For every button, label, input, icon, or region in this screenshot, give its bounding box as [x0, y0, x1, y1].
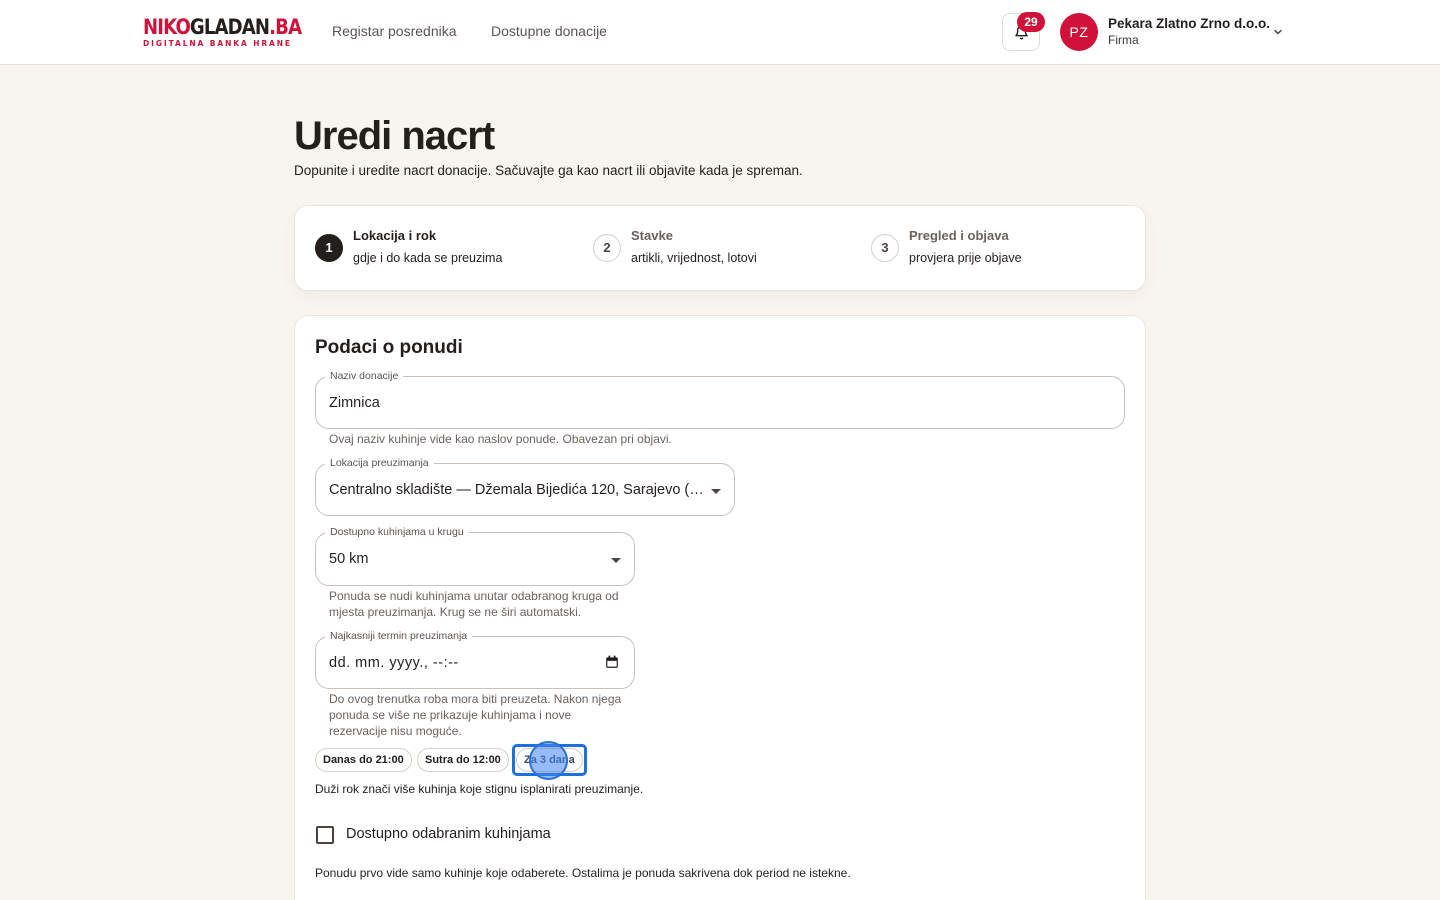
pickup-deadline-helper: Do ovog trenutka roba mora biti preuzeta… [329, 692, 622, 738]
logo-wordmark: NIKOGLADAN.BA [143, 15, 302, 39]
wizard-stepper: 1 Lokacija i rok gdje i do kada se preuz… [294, 205, 1146, 291]
dropdown-arrow-icon [611, 558, 621, 563]
user-role: Firma [1108, 33, 1139, 47]
user-avatar[interactable]: PZ [1060, 13, 1098, 51]
field-label: Naziv donacije [325, 369, 404, 383]
field-label: Najkasniji termin preuzimanja [325, 629, 473, 643]
nav-link-registar-posrednika[interactable]: Registar posrednika [332, 22, 457, 40]
calendar-icon[interactable] [605, 655, 619, 669]
pickup-deadline-input[interactable]: dd. mm. yyyy., --:-- [329, 654, 459, 672]
page-title: Uredi nacrt [294, 114, 495, 158]
radius-helper: Ponuda se nudi kuhinjama unutar odabrano… [329, 589, 619, 619]
selected-kitchens-note: Ponudu prvo vide samo kuhinje koje odabe… [315, 866, 851, 880]
deadline-note: Duži rok znači više kuhinja koje stignu … [315, 782, 644, 796]
user-name[interactable]: Pekara Zlatno Zrno d.o.o. [1108, 16, 1270, 31]
field-label: Dostupno kuhinjama u krugu [325, 525, 469, 539]
step-title: Stavke [631, 228, 673, 243]
donation-name-input[interactable]: Zimnica [329, 394, 380, 412]
field-label: Lokacija preuzimanja [325, 456, 434, 470]
step-number: 3 [871, 234, 899, 262]
site-logo[interactable]: NIKOGLADAN.BA DIGITALNA BANKA HRANE [143, 15, 302, 51]
pickup-location-value: Centralno skladište — Džemala Bijedića 1… [329, 482, 704, 498]
step-description: gdje i do kada se preuzima [353, 251, 503, 265]
step-description: artikli, vrijednost, lotovi [631, 251, 757, 265]
nav-link-dostupne-donacije[interactable]: Dostupne donacije [491, 22, 607, 40]
dropdown-arrow-icon [711, 489, 721, 494]
selected-kitchens-checkbox[interactable] [316, 826, 334, 844]
logo-tagline: DIGITALNA BANKA HRANE [143, 39, 292, 48]
chevron-down-icon[interactable] [1272, 26, 1284, 38]
page-subtitle: Dopunite i uredite nacrt donacije. Sačuv… [294, 163, 803, 178]
step-description: provjera prije objave [909, 251, 1022, 265]
step-title: Pregled i objava [909, 228, 1009, 243]
step-number: 1 [315, 234, 343, 262]
pickup-location-select[interactable]: Lokacija preuzimanja Centralno skladište… [315, 456, 735, 516]
donation-name-helper: Ovaj naziv kuhinje vide kao naslov ponud… [329, 432, 672, 446]
notifications-count-badge: 29 [1017, 12, 1045, 32]
section-title: Podaci o ponudi [315, 337, 463, 358]
step-title: Lokacija i rok [353, 228, 437, 243]
quick-deadline-today-chip[interactable]: Danas do 21:00 [315, 748, 412, 772]
quick-deadline-tomorrow-chip[interactable]: Sutra do 12:00 [417, 748, 509, 772]
click-indicator [529, 741, 568, 780]
pickup-deadline-field[interactable]: Najkasniji termin preuzimanja dd. mm. yy… [315, 629, 635, 689]
radius-value: 50 km [329, 551, 369, 567]
radius-select[interactable]: Dostupno kuhinjama u krugu 50 km [315, 525, 635, 586]
selected-kitchens-label[interactable]: Dostupno odabranim kuhinjama [346, 825, 551, 843]
donation-name-field[interactable]: Naziv donacije Zimnica [315, 369, 1125, 429]
step-number: 2 [593, 234, 621, 262]
